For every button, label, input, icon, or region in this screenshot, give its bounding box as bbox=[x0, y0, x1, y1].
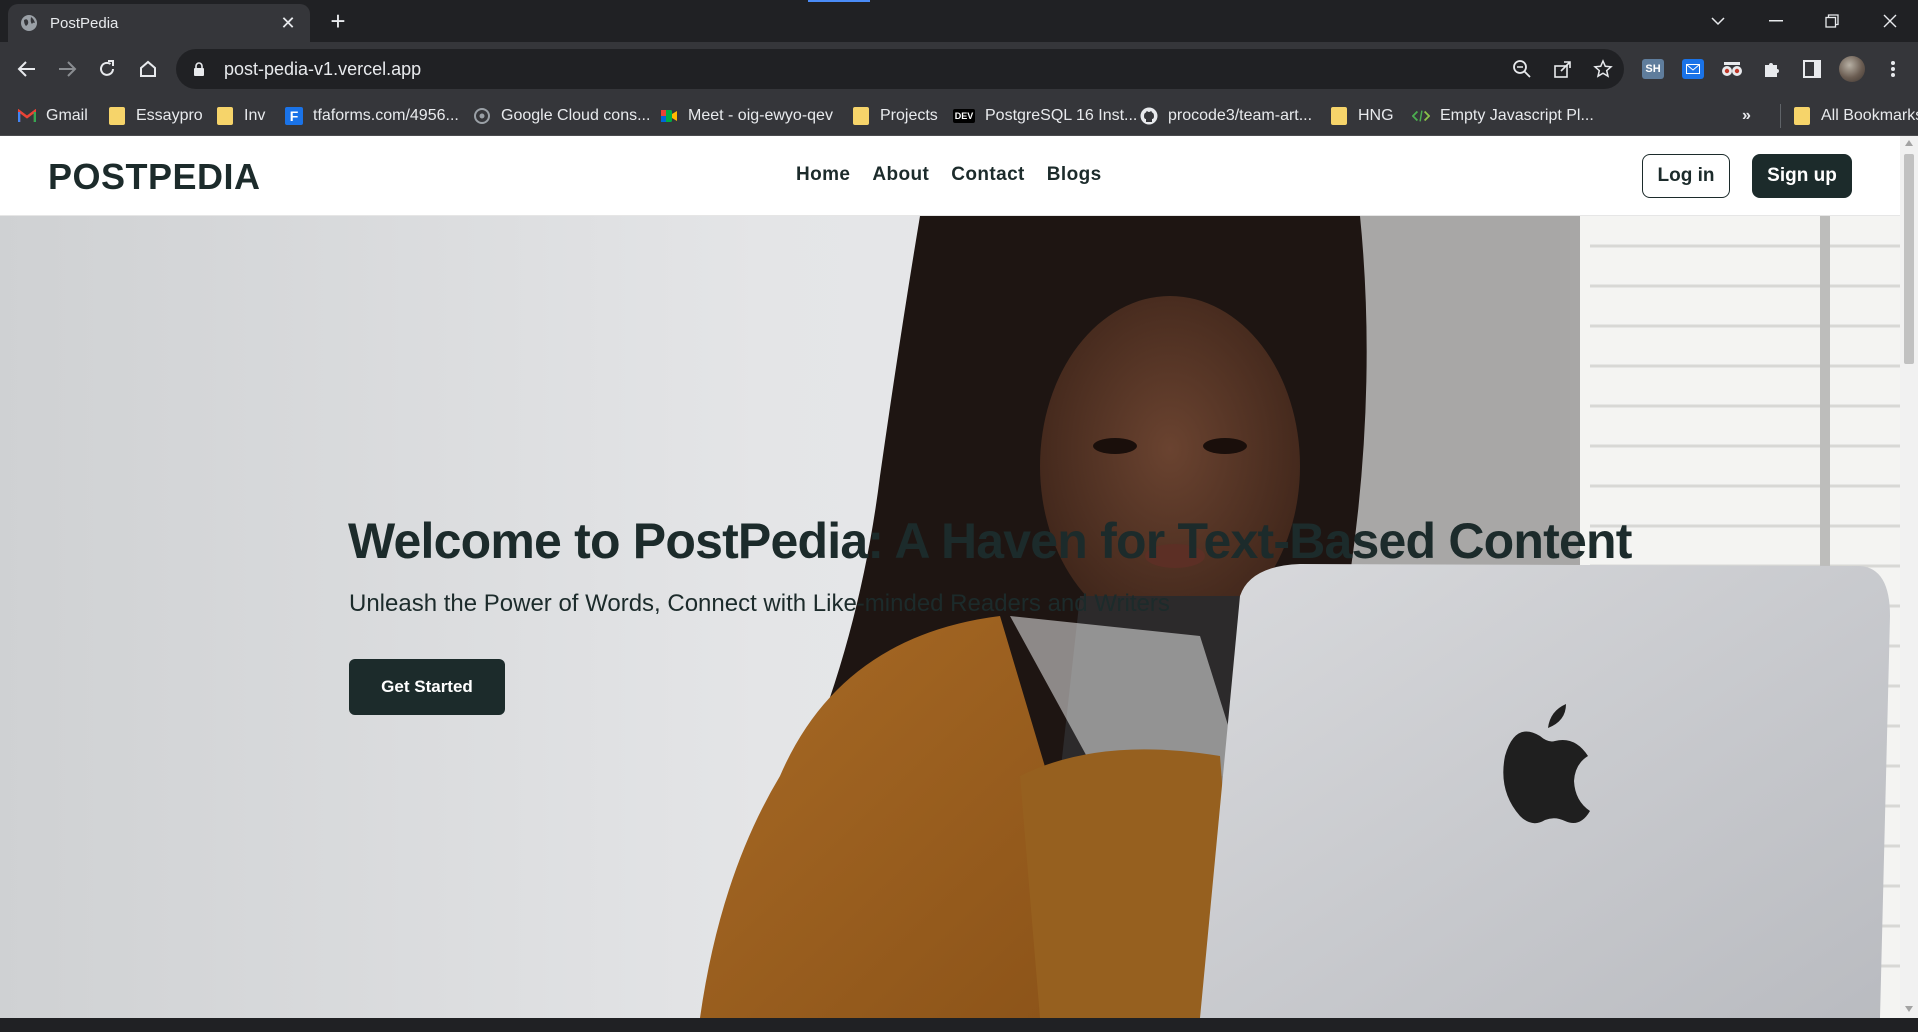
bookmark-label: Inv bbox=[244, 107, 266, 124]
back-icon[interactable] bbox=[13, 55, 41, 83]
login-button[interactable]: Log in bbox=[1642, 154, 1730, 198]
window-bottom-edge bbox=[0, 1018, 1918, 1032]
folder-icon bbox=[108, 107, 126, 125]
nav-home-link[interactable]: Home bbox=[796, 164, 850, 186]
hero-subtitle: Unleash the Power of Words, Connect with… bbox=[349, 590, 1170, 617]
nav-blogs-link[interactable]: Blogs bbox=[1047, 164, 1102, 186]
signup-button[interactable]: Sign up bbox=[1752, 154, 1852, 198]
bookmark-star-icon[interactable] bbox=[1593, 59, 1613, 79]
bookmark-label: PostgreSQL 16 Inst... bbox=[985, 107, 1138, 124]
bookmark-gmail[interactable]: Gmail bbox=[18, 104, 88, 128]
bookmark-postgresql[interactable]: DEV PostgreSQL 16 Inst... bbox=[952, 104, 1138, 128]
close-window-icon[interactable] bbox=[1868, 6, 1912, 36]
browser-toolbar: post-pedia-v1.vercel.app SH bbox=[0, 42, 1918, 96]
address-bar[interactable]: post-pedia-v1.vercel.app bbox=[176, 49, 1624, 89]
bookmark-label: Essaypro bbox=[136, 107, 203, 124]
bookmark-label: Gmail bbox=[46, 107, 88, 124]
chrome-menu-icon[interactable] bbox=[1880, 56, 1906, 82]
formassembly-icon: F bbox=[285, 107, 303, 125]
profile-avatar-icon[interactable] bbox=[1839, 56, 1865, 82]
bookmarks-overflow-button[interactable]: » bbox=[1742, 104, 1751, 128]
bookmark-label: Projects bbox=[880, 107, 938, 124]
all-bookmarks-label: All Bookmarks bbox=[1821, 107, 1918, 124]
url-text[interactable]: post-pedia-v1.vercel.app bbox=[224, 59, 1624, 80]
bookmark-label: procode3/team-art... bbox=[1168, 107, 1313, 124]
get-started-button[interactable]: Get Started bbox=[349, 659, 505, 715]
code-icon bbox=[1412, 107, 1430, 125]
tab-loading-indicator bbox=[808, 0, 870, 2]
bookmark-label: HNG bbox=[1358, 107, 1394, 124]
browser-titlebar: PostPedia ✕ + bbox=[0, 0, 1918, 42]
bookmark-hng[interactable]: HNG bbox=[1330, 104, 1394, 128]
github-icon bbox=[1140, 107, 1158, 125]
bookmark-projects[interactable]: Projects bbox=[852, 104, 938, 128]
hero-section: Welcome to PostPedia: A Haven for Text-B… bbox=[0, 216, 1900, 1018]
folder-icon bbox=[1330, 107, 1348, 125]
scroll-down-icon[interactable] bbox=[1905, 1006, 1913, 1012]
minimize-icon[interactable] bbox=[1754, 6, 1798, 36]
mail-extension-icon[interactable] bbox=[1680, 56, 1706, 82]
folder-icon bbox=[852, 107, 870, 125]
bookmark-meet[interactable]: Meet - oig-ewyo-qev bbox=[660, 104, 833, 128]
forward-icon[interactable] bbox=[53, 55, 81, 83]
bookmark-github[interactable]: procode3/team-art... bbox=[1140, 104, 1312, 128]
browser-tab-active[interactable]: PostPedia ✕ bbox=[8, 4, 310, 42]
dev-icon: DEV bbox=[952, 109, 976, 123]
new-tab-icon[interactable]: + bbox=[324, 8, 352, 36]
tab-title: PostPedia bbox=[50, 14, 119, 32]
all-bookmarks-button[interactable]: All Bookmarks bbox=[1780, 104, 1918, 128]
meet-icon bbox=[660, 107, 678, 125]
gmail-icon bbox=[18, 107, 36, 125]
nav-contact-link[interactable]: Contact bbox=[951, 164, 1025, 186]
bookmark-label: Meet - oig-ewyo-qev bbox=[688, 107, 833, 124]
bookmark-google-cloud[interactable]: Google Cloud cons... bbox=[473, 104, 650, 128]
page-scrollbar[interactable] bbox=[1900, 136, 1918, 1018]
restore-icon[interactable] bbox=[1810, 6, 1854, 36]
tab-search-icon[interactable] bbox=[1696, 6, 1740, 36]
globe-icon bbox=[21, 15, 37, 31]
main-nav: Home About Contact Blogs bbox=[796, 164, 1102, 186]
bookmark-inv[interactable]: Inv bbox=[216, 104, 265, 128]
scroll-up-icon[interactable] bbox=[1905, 140, 1913, 146]
scroll-thumb[interactable] bbox=[1904, 154, 1914, 364]
site-header: POSTPEDIA Home About Contact Blogs Log i… bbox=[0, 136, 1900, 216]
bookmark-label: Google Cloud cons... bbox=[501, 107, 651, 124]
reload-icon[interactable] bbox=[93, 55, 121, 83]
sh-extension-icon[interactable]: SH bbox=[1640, 56, 1666, 82]
folder-icon bbox=[1793, 107, 1811, 125]
site-logo[interactable]: POSTPEDIA bbox=[48, 156, 261, 198]
extensions-puzzle-icon[interactable] bbox=[1759, 56, 1785, 82]
bookmark-essaypro[interactable]: Essaypro bbox=[108, 104, 203, 128]
page-viewport: POSTPEDIA Home About Contact Blogs Log i… bbox=[0, 136, 1900, 1018]
home-icon[interactable] bbox=[134, 55, 162, 83]
hero-title: Welcome to PostPedia: A Haven for Text-B… bbox=[348, 513, 1632, 569]
share-icon[interactable] bbox=[1553, 59, 1573, 79]
google-cloud-icon bbox=[473, 107, 491, 125]
sh-extension-label: SH bbox=[1642, 59, 1664, 79]
folder-icon bbox=[216, 107, 234, 125]
nav-about-link[interactable]: About bbox=[872, 164, 929, 186]
zoom-icon[interactable] bbox=[1512, 59, 1532, 79]
spy-extension-icon[interactable] bbox=[1719, 56, 1745, 82]
bookmarks-bar: Gmail Essaypro Inv F tfaforms.com/4956..… bbox=[0, 96, 1918, 136]
side-panel-icon[interactable] bbox=[1799, 56, 1825, 82]
tab-close-icon[interactable]: ✕ bbox=[278, 13, 298, 34]
bookmark-label: Empty Javascript Pl... bbox=[1440, 107, 1594, 124]
lock-icon[interactable] bbox=[190, 60, 208, 78]
bookmark-empty-javascript[interactable]: Empty Javascript Pl... bbox=[1412, 104, 1594, 128]
bookmark-tfaforms[interactable]: F tfaforms.com/4956... bbox=[285, 104, 459, 128]
bookmark-label: tfaforms.com/4956... bbox=[313, 107, 459, 124]
